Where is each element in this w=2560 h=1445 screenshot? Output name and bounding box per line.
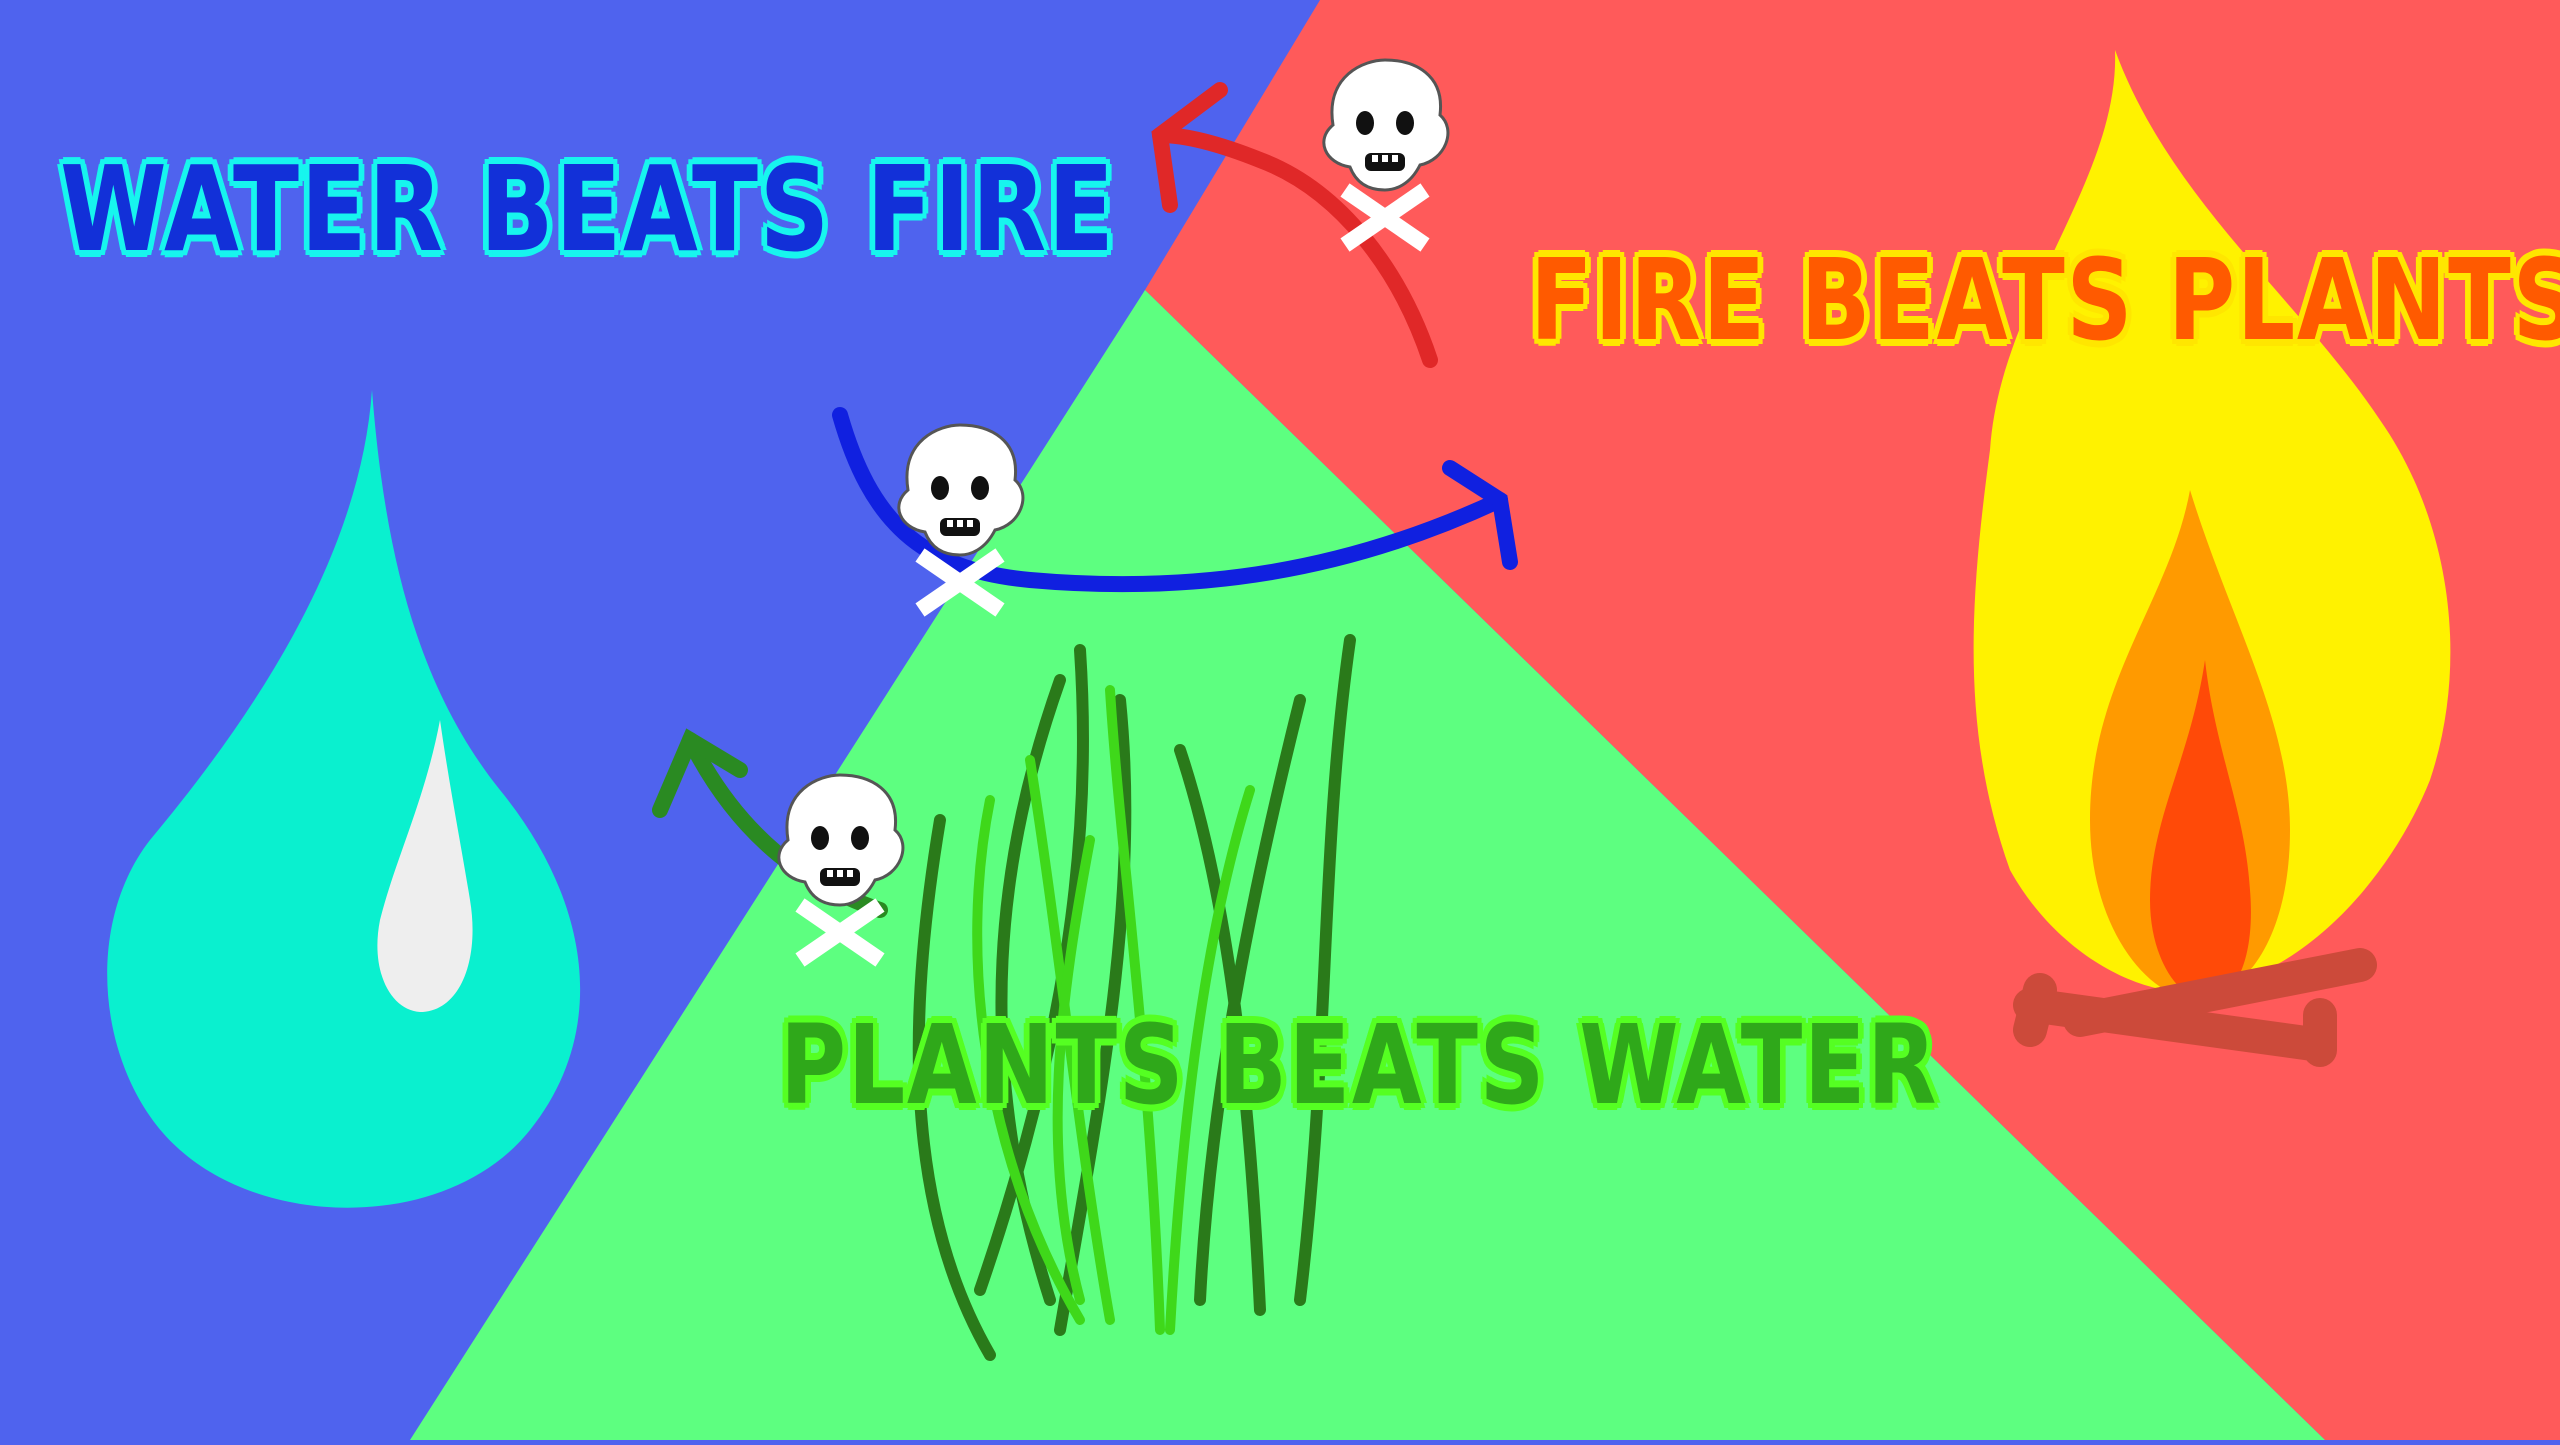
plants-beats-water-label: PLANTS BEATS WATER [780,1001,1939,1129]
rock-paper-scissors-diagram: WATER BEATS FIRE FIRE BEATS PLANTS PLANT… [0,0,2560,1440]
water-beats-fire-label: WATER BEATS FIRE [60,140,1116,278]
fire-beats-plants-label: FIRE BEATS PLANTS [1530,236,2560,366]
